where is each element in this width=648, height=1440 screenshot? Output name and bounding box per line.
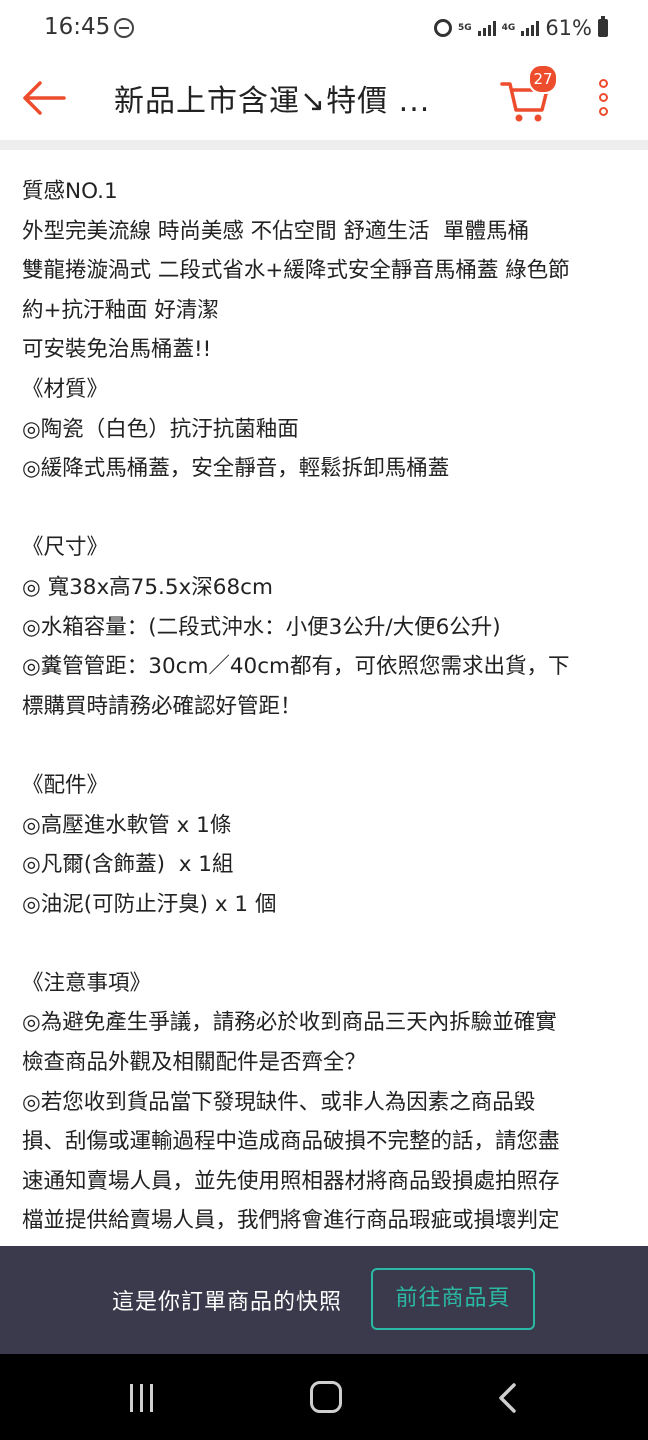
- status-time: 16:45: [44, 14, 111, 40]
- snapshot-notice: 這是你訂單商品的快照: [112, 1290, 343, 1315]
- description-line: ◎糞管管距：30cm／40cm都有，可依照您需求出貨，下: [22, 654, 570, 680]
- app-bar: 新品上市含運↘特價 ... 27: [0, 56, 648, 140]
- description-line: 外型完美流線 時尚美感 不佔空間 舒適生活 單體馬桶: [22, 218, 530, 244]
- description-line: 約+抗汙釉面 好清潔: [22, 297, 219, 323]
- description-line: 雙龍捲漩渦式 二段式省水+緩降式安全靜音馬桶蓋 綠色節: [22, 258, 570, 284]
- home-icon[interactable]: [310, 1381, 342, 1413]
- battery-percent: 61%: [545, 16, 592, 40]
- product-description: 質感NO.1 外型完美流線 時尚美感 不佔空間 舒適生活 單體馬桶 雙龍捲漩渦式…: [22, 172, 628, 1246]
- status-icons: 5G 4G 61%: [434, 16, 608, 40]
- network-type-4g: 4G: [501, 22, 516, 33]
- header-divider: [0, 140, 648, 150]
- section-heading-accessories: 《配件》: [22, 772, 109, 798]
- description-line: 檔並提供給賣場人員，我們將會進行商品瑕疵或損壞判定: [22, 1208, 560, 1234]
- cart-button[interactable]: 27: [498, 64, 558, 126]
- network-type-5g: 5G: [458, 22, 472, 33]
- status-bar: 16:45 5G 4G 61%: [0, 0, 648, 56]
- description-line: ◎油泥(可防止汙臭) x 1 個: [22, 891, 277, 917]
- description-line: ◎緩降式馬桶蓋，安全靜音，輕鬆拆卸馬桶蓋: [22, 456, 450, 482]
- more-vertical-icon: [599, 93, 608, 102]
- description-line: ◎高壓進水軟管 x 1條: [22, 812, 232, 838]
- back-button[interactable]: [18, 74, 68, 122]
- description-line: ◎ 寬38x高75.5x深68cm: [22, 574, 273, 600]
- description-line: 可安裝免治馬桶蓋!!: [22, 337, 212, 363]
- recents-icon[interactable]: [130, 1384, 164, 1412]
- snapshot-bar: 這是你訂單商品的快照 前往商品頁: [0, 1246, 648, 1354]
- alarm-icon: [434, 19, 452, 37]
- description-line: 檢查商品外觀及相關配件是否齊全？: [22, 1050, 367, 1076]
- section-heading-notes: 《注意事項》: [22, 970, 152, 996]
- back-icon[interactable]: [496, 1382, 520, 1414]
- more-options-button[interactable]: [592, 74, 618, 122]
- description-line: ◎凡爾(含飾蓋) x 1組: [22, 852, 234, 878]
- description-line: ◎水箱容量：(二段式沖水：小便3公升/大便6公升): [22, 614, 501, 640]
- more-vertical-icon: [599, 107, 608, 116]
- section-heading-size: 《尺寸》: [22, 535, 109, 561]
- description-line: 速通知賣場人員，並先使用照相器材將商品毀損處拍照存: [22, 1168, 560, 1194]
- system-nav-bar: [0, 1354, 648, 1440]
- description-line: ◎陶瓷（白色）抗汙抗菌釉面: [22, 416, 299, 442]
- description-line: 標購買時請務必確認好管距！: [22, 693, 302, 719]
- page-title: 新品上市含運↘特價 ...: [114, 84, 431, 119]
- more-vertical-icon: [599, 79, 608, 88]
- signal-icon: [521, 20, 540, 36]
- cart-count-badge: 27: [528, 64, 558, 94]
- signal-icon: [477, 20, 496, 36]
- description-line: 損、刮傷或運輸過程中造成商品破損不完整的話，請您盡: [22, 1129, 560, 1155]
- description-line: ◎為避免產生爭議，請務必於收到商品三天內拆驗並確實: [22, 1010, 557, 1036]
- battery-icon: [598, 16, 608, 37]
- back-arrow-icon: [23, 81, 66, 115]
- description-line: 質感NO.1: [22, 179, 118, 204]
- description-line: ◎若您收到貨品當下發現缺件、或非人為因素之商品毀: [22, 1089, 536, 1115]
- go-to-product-button[interactable]: 前往商品頁: [371, 1268, 535, 1330]
- do-not-disturb-icon: [114, 18, 134, 38]
- section-heading-material: 《材質》: [22, 376, 109, 402]
